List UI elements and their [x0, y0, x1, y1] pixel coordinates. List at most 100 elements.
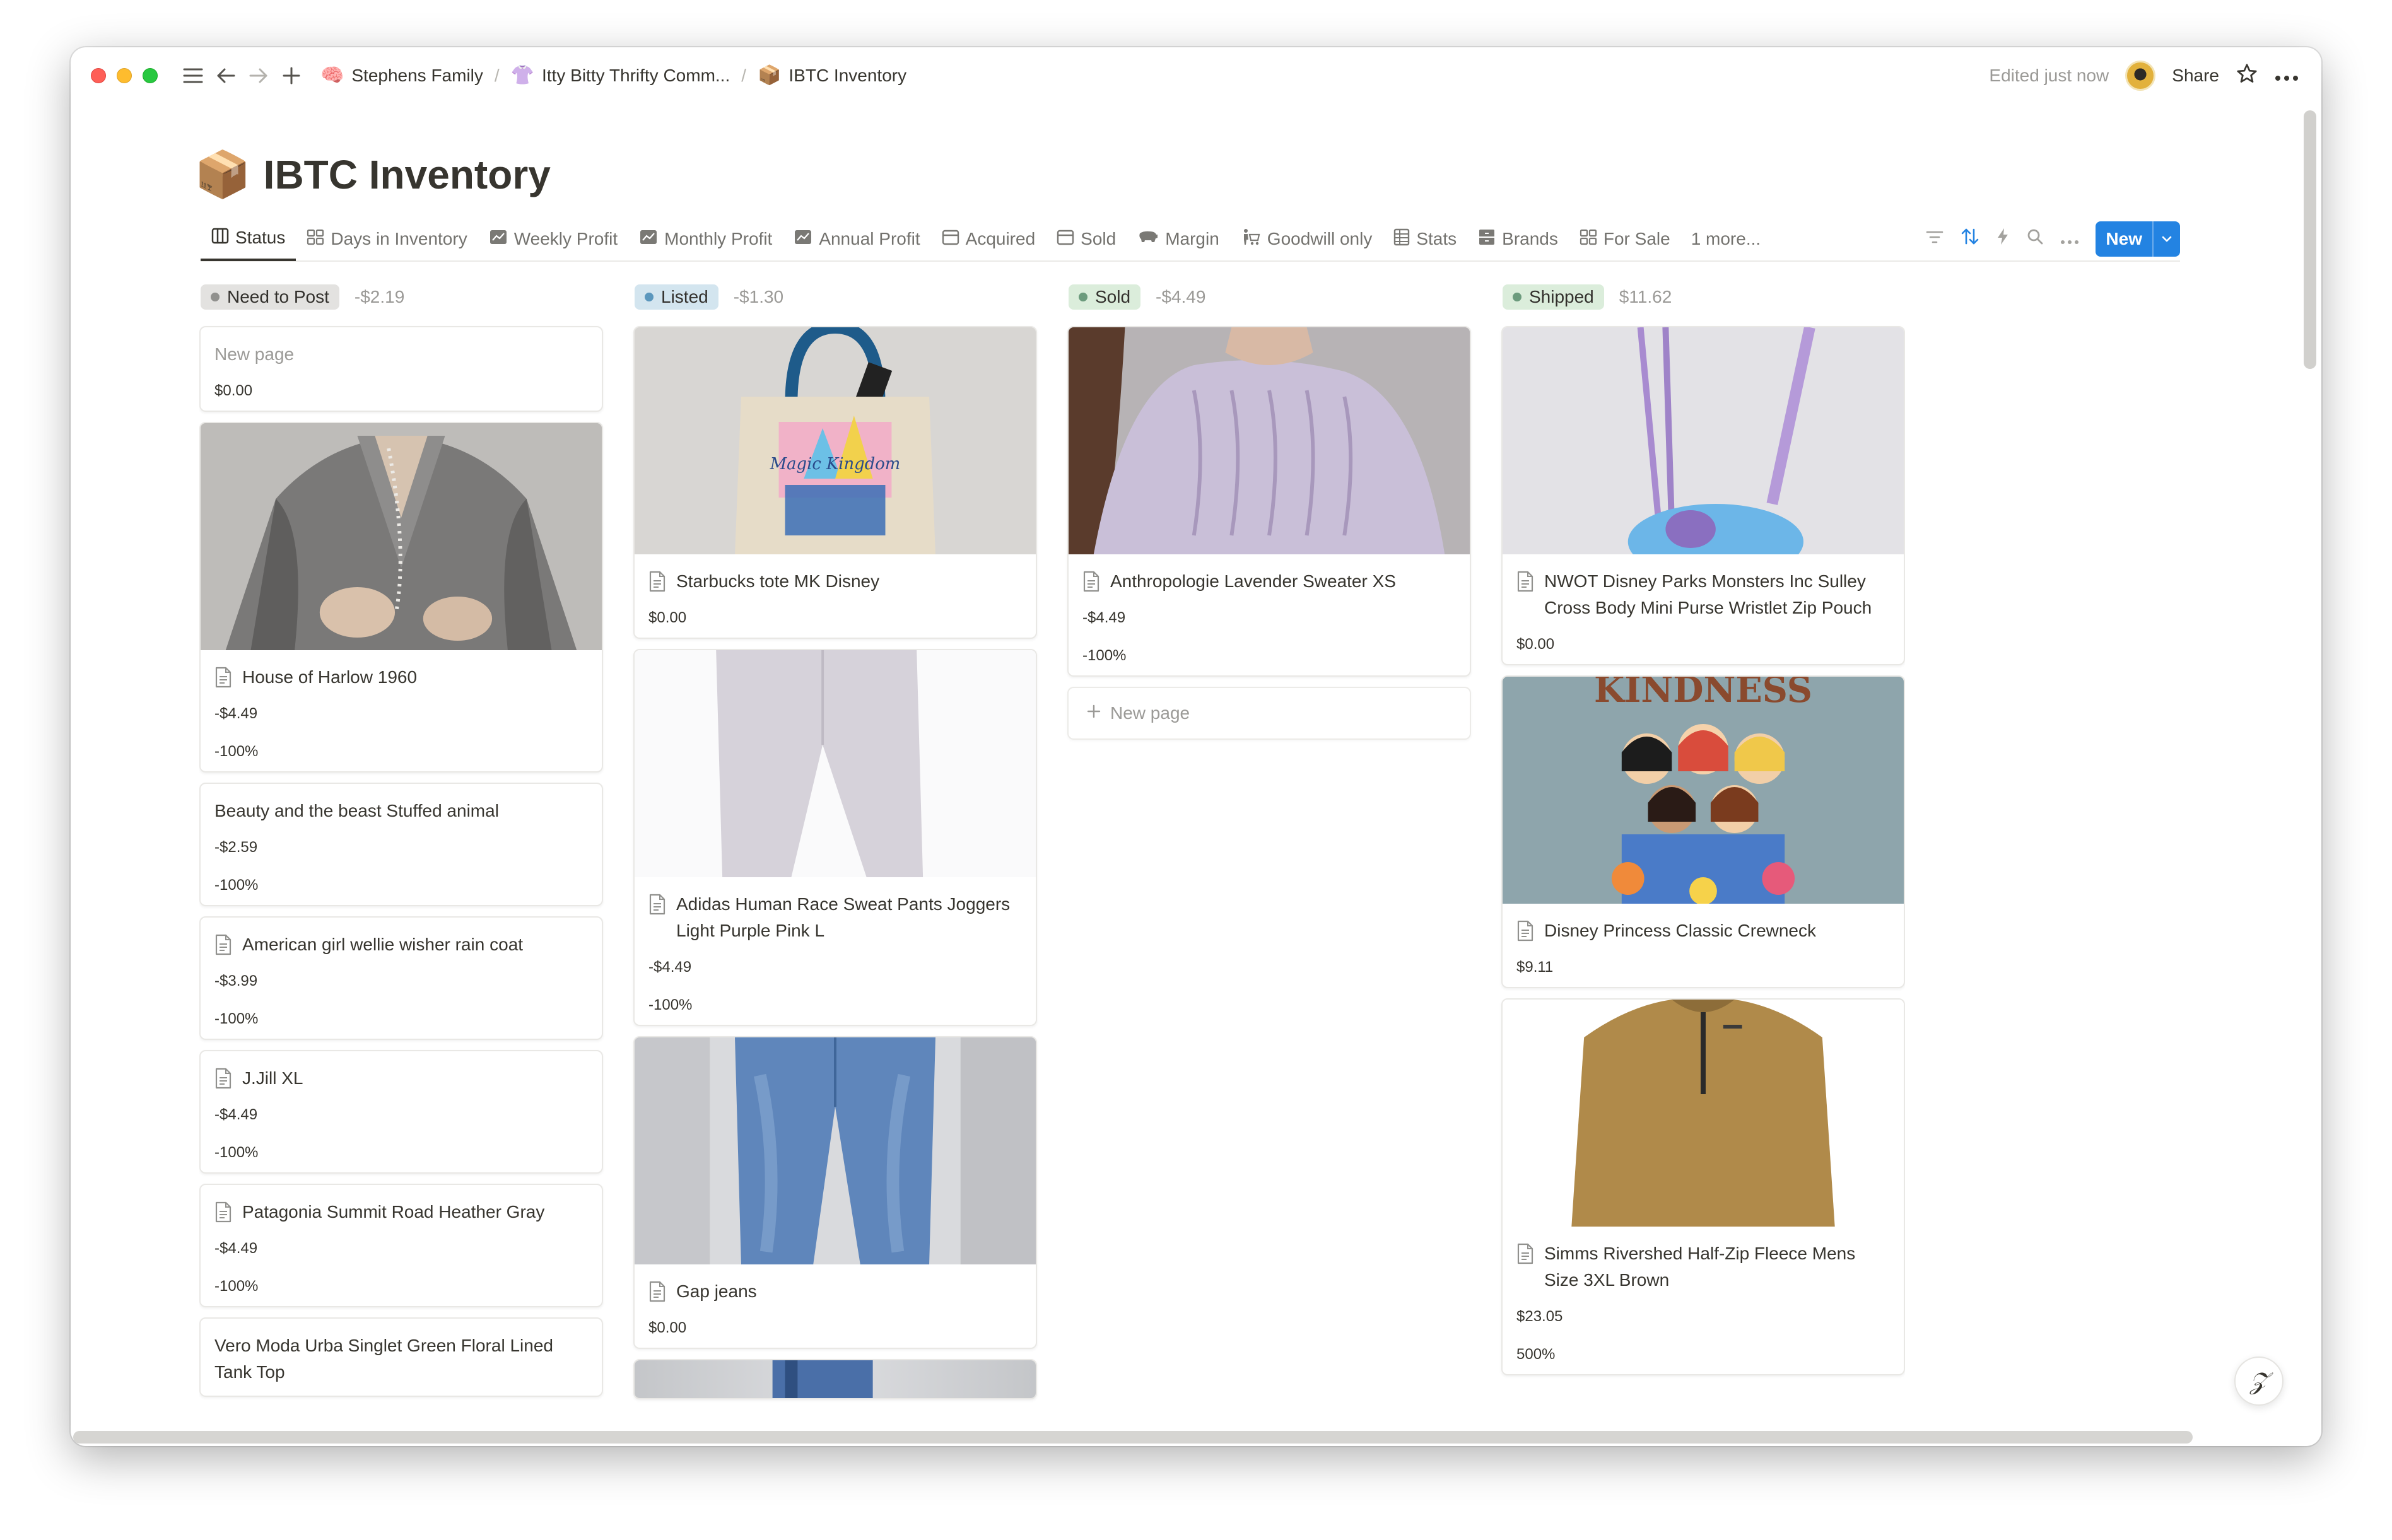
breadcrumb-item-itty-bitty[interactable]: 👚 Itty Bitty Thrifty Comm... — [506, 62, 736, 90]
more-options-icon[interactable] — [2275, 66, 2299, 86]
board-card[interactable]: Vero Moda Urba Singlet Green Floral Line… — [199, 1317, 603, 1397]
automation-lightning-icon[interactable] — [1996, 227, 2010, 251]
add-new-page-button[interactable]: New page — [1067, 687, 1471, 740]
card-title-row: American girl wellie wisher rain coat — [214, 931, 588, 958]
card-body: Disney Princess Classic Crewneck $9.11 — [1503, 904, 1904, 987]
board-card[interactable]: Beauty and the beast Stuffed animal -$2.… — [199, 783, 603, 906]
status-badge[interactable]: Listed — [635, 284, 718, 310]
star-favorite-icon[interactable] — [2236, 62, 2258, 90]
filter-icon[interactable] — [1925, 228, 1944, 250]
margin-percent: -100% — [648, 996, 693, 1013]
tab-annual-profit[interactable]: Annual Profit — [783, 217, 930, 261]
tab-label: Days in Inventory — [331, 229, 467, 248]
board-card[interactable]: Magic Kingdom Starbucks tote MK Disney $… — [633, 326, 1037, 639]
tab-weekly-profit[interactable]: Weekly Profit — [478, 217, 628, 261]
margin-percent: -100% — [214, 877, 259, 894]
board-card[interactable]: American girl wellie wisher rain coat -$… — [199, 916, 603, 1040]
forward-arrow-icon[interactable] — [242, 59, 275, 92]
card-title-row: Gap jeans — [648, 1278, 1022, 1305]
sort-icon[interactable] — [1961, 227, 1979, 251]
card-body: Simms Rivershed Half-Zip Fleece Mens Siz… — [1503, 1227, 1904, 1374]
page-title[interactable]: 📦 IBTC Inventory — [194, 151, 551, 198]
board-card[interactable]: NWOT Disney Parks Monsters Inc Sulley Cr… — [1501, 326, 1905, 665]
notion-window: 🧠 Stephens Family / 👚 Itty Bitty Thrifty… — [71, 47, 2321, 1446]
breadcrumb-separator: / — [741, 66, 747, 85]
gallery-icon — [307, 229, 324, 250]
tab-status[interactable]: Status — [201, 217, 296, 261]
view-more-options-icon[interactable] — [2060, 228, 2079, 250]
breadcrumb-separator: / — [494, 66, 500, 85]
profit-value: -$2.59 — [214, 839, 258, 856]
board-card[interactable]: House of Harlow 1960 -$4.49 -100% — [199, 422, 603, 773]
board-card[interactable]: Gap jeans $0.00 — [633, 1036, 1037, 1349]
page-document-icon — [1082, 571, 1100, 592]
margin-percent: -100% — [214, 1010, 259, 1027]
board-card[interactable]: Patagonia Summit Road Heather Gray -$4.4… — [199, 1184, 603, 1307]
avatar[interactable] — [2125, 61, 2156, 91]
tab-brands[interactable]: Brands — [1467, 217, 1569, 261]
status-label: Sold — [1095, 287, 1131, 306]
tab-goodwill-only[interactable]: Goodwill only — [1230, 217, 1383, 261]
card-title: NWOT Disney Parks Monsters Inc Sulley Cr… — [1544, 571, 1872, 617]
status-dot — [645, 293, 654, 301]
breadcrumb-item-stephens-family[interactable]: 🧠 Stephens Family — [315, 62, 488, 90]
pig-icon — [1137, 229, 1159, 249]
card-cover-image: KINDNESS — [1503, 677, 1904, 904]
cabinet-icon — [1478, 228, 1496, 250]
card-title-row: Beauty and the beast Stuffed animal — [214, 798, 588, 824]
more-views-button[interactable]: 1 more... — [1681, 229, 1771, 249]
tab-sold[interactable]: Sold — [1046, 217, 1127, 261]
card-title: Simms Rivershed Half-Zip Fleece Mens Siz… — [1544, 1244, 1856, 1290]
package-icon[interactable]: 📦 — [194, 152, 251, 197]
tab-for-sale[interactable]: For Sale — [1569, 217, 1681, 261]
tab-stats[interactable]: Stats — [1383, 217, 1467, 261]
board-card[interactable]: Anthropologie Lavender Sweater XS -$4.49… — [1067, 326, 1471, 677]
board-card[interactable] — [633, 1359, 1037, 1399]
tab-monthly-profit[interactable]: Monthly Profit — [628, 217, 783, 261]
status-badge[interactable]: Sold — [1069, 284, 1141, 310]
plus-icon — [1086, 703, 1101, 723]
card-cover-image — [635, 650, 1036, 877]
status-badge[interactable]: Need to Post — [201, 284, 339, 310]
card-title-row: New page — [214, 341, 588, 368]
board-column-need-to-post: Need to Post -$2.19 New page $0.00 House… — [199, 274, 603, 1435]
tab-margin[interactable]: Margin — [1127, 217, 1230, 261]
new-page-plus-icon[interactable] — [275, 59, 308, 92]
board-card[interactable]: KINDNESS Disney Princess Classic Crewnec… — [1501, 675, 1905, 988]
tab-acquired[interactable]: Acquired — [931, 217, 1046, 261]
vertical-scrollbar[interactable] — [2304, 110, 2316, 369]
back-arrow-icon[interactable] — [209, 59, 242, 92]
chevron-down-icon[interactable] — [2152, 221, 2180, 257]
help-ai-button[interactable]: 𝒵 — [2234, 1356, 2284, 1406]
page-document-icon — [214, 1201, 232, 1223]
minimize-window-button[interactable] — [117, 68, 132, 83]
tab-days-in-inventory[interactable]: Days in Inventory — [296, 217, 478, 261]
sidebar-menu-icon[interactable] — [177, 59, 209, 92]
board-card[interactable]: Simms Rivershed Half-Zip Fleece Mens Siz… — [1501, 998, 1905, 1375]
new-record-button[interactable]: New — [2096, 221, 2180, 257]
horizontal-scrollbar[interactable] — [73, 1431, 2193, 1444]
card-title-row: J.Jill XL — [214, 1065, 588, 1092]
board-column-shipped: Shipped $11.62 NWOT Disney Parks Monster… — [1501, 274, 1905, 1435]
board-card[interactable]: New page $0.00 — [199, 326, 603, 412]
card-body: American girl wellie wisher rain coat -$… — [201, 918, 602, 1039]
margin-percent: 500% — [1516, 1346, 1556, 1363]
board-card[interactable]: Adidas Human Race Sweat Pants Joggers Li… — [633, 649, 1037, 1026]
card-body: Adidas Human Race Sweat Pants Joggers Li… — [635, 877, 1036, 1025]
share-button[interactable]: Share — [2172, 66, 2219, 86]
profit-value: -$4.49 — [648, 959, 692, 976]
card-title: American girl wellie wisher rain coat — [242, 935, 524, 954]
card-cover-image — [1069, 327, 1470, 554]
margin-percent: -100% — [214, 1144, 259, 1161]
new-button-label[interactable]: New — [2096, 221, 2152, 257]
search-icon[interactable] — [2026, 228, 2044, 250]
new-page-label: New page — [1110, 703, 1190, 723]
calendar-icon — [942, 229, 959, 250]
status-badge[interactable]: Shipped — [1503, 284, 1604, 310]
close-window-button[interactable] — [91, 68, 106, 83]
page-title-text[interactable]: IBTC Inventory — [264, 151, 551, 198]
board-card[interactable]: J.Jill XL -$4.49 -100% — [199, 1050, 603, 1174]
brain-icon: 🧠 — [320, 65, 344, 86]
breadcrumb-item-ibtc-inventory[interactable]: 📦 IBTC Inventory — [753, 62, 912, 90]
zoom-window-button[interactable] — [143, 68, 158, 83]
